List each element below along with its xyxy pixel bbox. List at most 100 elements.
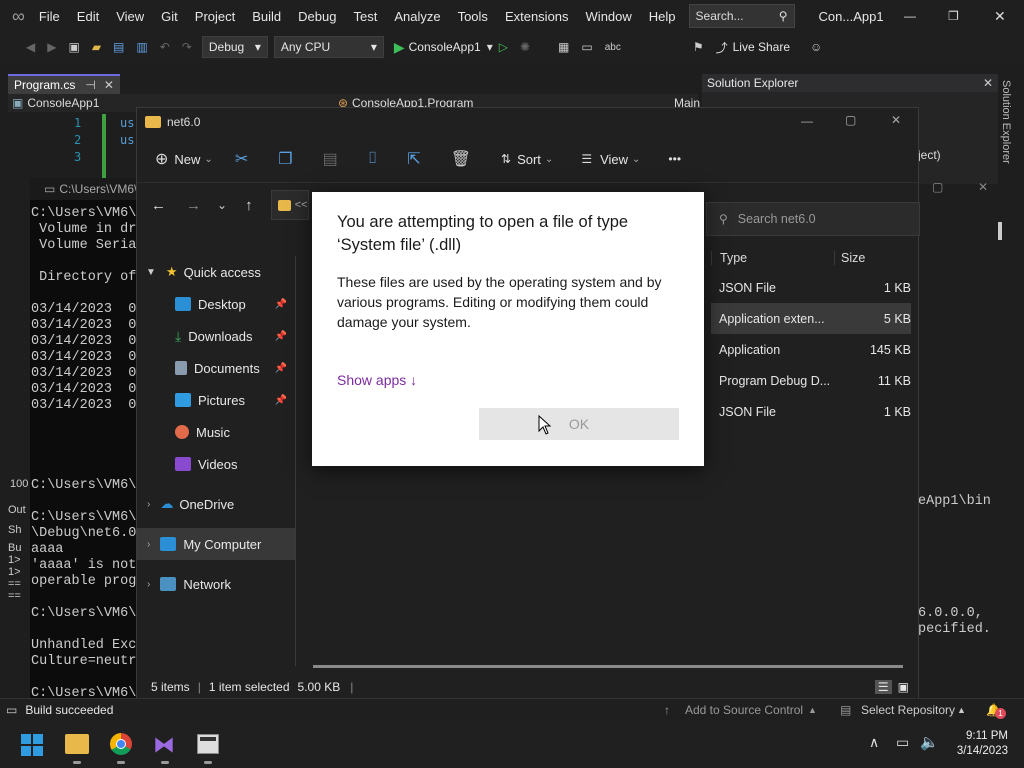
project-dropdown[interactable]: ConsoleApp1 <box>27 96 99 110</box>
cut-icon[interactable]: ✂ <box>235 149 248 169</box>
menu-git[interactable]: Git <box>161 9 178 24</box>
editor-code[interactable]: 1 2 3 us us <box>8 114 138 180</box>
show-apps-link[interactable]: Show apps ↓ <box>337 372 417 388</box>
hot-reload-icon[interactable]: ✺ <box>514 36 536 58</box>
menu-help[interactable]: Help <box>649 9 676 24</box>
explorer-search-box[interactable]: ⚲ Search net6.0 <box>706 202 920 236</box>
console-scrollbar[interactable] <box>998 222 1002 240</box>
platform-dropdown[interactable]: Any CPU ▾ <box>273 36 384 58</box>
menu-file[interactable]: File <box>39 9 60 24</box>
view-button[interactable]: ☰ View ⌄ <box>581 152 640 167</box>
open-folder-icon[interactable]: ▰ <box>86 36 107 58</box>
menu-view[interactable]: View <box>116 9 144 24</box>
nav-pictures[interactable]: Pictures 📌 <box>137 384 295 416</box>
clock[interactable]: 9:11 PM 3/14/2023 <box>948 729 1008 759</box>
nav-downloads[interactable]: ⤓ Downloads 📌 <box>137 320 295 352</box>
close-icon[interactable]: ✕ <box>994 8 1006 25</box>
taskbar-file-explorer[interactable] <box>65 734 89 754</box>
nav-divider[interactable] <box>295 256 296 666</box>
minimize-icon[interactable]: — <box>904 9 916 23</box>
taskbar-chrome[interactable] <box>110 733 132 755</box>
undo-icon[interactable]: ↶ <box>154 36 176 58</box>
console-window[interactable]: ▭ C:\Users\VM6\ C:\Users\VM6\ Volume in … <box>30 178 140 698</box>
pin-icon[interactable]: 📌 <box>275 395 287 406</box>
ok-button[interactable]: OK <box>479 408 679 440</box>
file-row[interactable]: JSON File 1 KB <box>711 272 911 303</box>
up-arrow-icon[interactable]: ↑ <box>245 197 253 214</box>
vs-logo-icon[interactable]: ∞ <box>12 6 25 27</box>
file-row[interactable]: Program Debug D... 11 KB <box>711 365 911 396</box>
solution-item[interactable]: ject) <box>918 148 941 162</box>
live-share-button[interactable]: ⤴ Live Share <box>716 39 790 56</box>
sort-button[interactable]: ⇅ Sort ⌄ <box>501 152 553 167</box>
volume-icon[interactable]: 🔈 <box>920 733 939 751</box>
save-all-icon[interactable]: ▥ <box>130 36 153 58</box>
taskbar-terminal[interactable] <box>197 734 219 754</box>
menu-project[interactable]: Project <box>195 9 235 24</box>
maximize-icon[interactable]: ▢ <box>932 180 943 194</box>
menu-build[interactable]: Build <box>252 9 281 24</box>
menu-test[interactable]: Test <box>353 9 377 24</box>
nav-my-computer[interactable]: › My Computer <box>137 528 295 560</box>
address-bar[interactable]: << <box>270 190 309 220</box>
menu-extensions[interactable]: Extensions <box>505 9 569 24</box>
maximize-icon[interactable]: ▢ <box>845 113 856 127</box>
details-view-icon[interactable]: ☰ <box>874 680 892 694</box>
output-show[interactable]: Sh <box>8 524 32 536</box>
close-icon[interactable]: ✕ <box>978 180 988 194</box>
bookmark-icon[interactable]: ⚑ <box>687 36 710 58</box>
menu-edit[interactable]: Edit <box>77 9 99 24</box>
file-row[interactable]: Application 145 KB <box>711 334 911 365</box>
run-button[interactable]: ▶ ConsoleApp1 ▾ <box>394 39 493 56</box>
toolbox-icon[interactable]: ▦ <box>552 36 575 58</box>
more-icon[interactable]: ••• <box>668 152 681 166</box>
nav-quick-access[interactable]: ▼ ★ Quick access <box>137 256 295 288</box>
feedback-icon[interactable]: ☺ <box>804 36 828 58</box>
pin-icon[interactable]: 📌 <box>275 331 287 342</box>
file-row[interactable]: JSON File 1 KB <box>711 396 911 427</box>
start-without-debug-icon[interactable]: ▷ <box>493 36 514 58</box>
new-button[interactable]: ⊕ New ⌄ <box>155 149 213 169</box>
start-button[interactable] <box>21 734 43 756</box>
solution-explorer-side-tab[interactable]: Solution Explorer <box>1000 80 1012 164</box>
copy-icon[interactable]: ❐ <box>278 149 292 169</box>
new-item-icon[interactable]: ▣ <box>62 36 85 58</box>
vs-search-box[interactable]: Search... ⚲ <box>688 4 795 28</box>
close-icon[interactable]: ✕ <box>104 78 114 92</box>
maximize-icon[interactable]: ❐ <box>948 9 959 23</box>
nav-onedrive[interactable]: › ☁ OneDrive <box>137 488 295 520</box>
nav-network[interactable]: › Network <box>137 568 295 600</box>
close-icon[interactable]: ✕ <box>983 76 993 90</box>
nav-videos[interactable]: Videos <box>137 448 295 480</box>
recent-chevron-icon[interactable]: ⌄ <box>217 198 227 212</box>
menu-window[interactable]: Window <box>586 9 632 24</box>
column-size[interactable]: Size <box>834 251 911 265</box>
network-icon[interactable]: ▭ <box>896 734 909 751</box>
close-icon[interactable]: ✕ <box>891 113 901 127</box>
rename-icon[interactable]: ⌷ <box>368 150 378 168</box>
select-repository[interactable]: Select Repository <box>861 703 955 717</box>
config-dropdown[interactable]: Debug ▾ <box>201 36 268 58</box>
forward-icon[interactable]: ▶ <box>41 36 62 58</box>
nav-documents[interactable]: Documents 📌 <box>137 352 295 384</box>
back-arrow-icon[interactable]: ← <box>151 197 166 214</box>
spellcheck-icon[interactable]: abc <box>599 36 627 58</box>
column-type[interactable]: Type <box>711 251 834 265</box>
tiles-view-icon[interactable]: ▣ <box>898 680 909 694</box>
output-label[interactable]: Out <box>8 504 32 516</box>
horizontal-scrollbar[interactable] <box>313 665 903 668</box>
menu-tools[interactable]: Tools <box>458 9 488 24</box>
nav-music[interactable]: Music <box>137 416 295 448</box>
pin-icon[interactable]: ⊣ <box>85 78 95 92</box>
save-icon[interactable]: ▤ <box>107 36 130 58</box>
zoom-level[interactable]: 100 <box>10 478 28 490</box>
pin-icon[interactable]: 📌 <box>275 299 287 310</box>
share-icon[interactable]: ⇱ <box>407 149 420 169</box>
taskbar-visual-studio[interactable]: ⧓ <box>153 732 177 757</box>
layout-icon[interactable]: ▭ <box>575 36 598 58</box>
paste-icon[interactable]: ▤ <box>323 149 338 169</box>
back-icon[interactable]: ◀ <box>20 36 41 58</box>
pin-icon[interactable]: 📌 <box>275 363 287 374</box>
delete-icon[interactable]: 🗑 <box>451 149 471 169</box>
nav-desktop[interactable]: Desktop 📌 <box>137 288 295 320</box>
